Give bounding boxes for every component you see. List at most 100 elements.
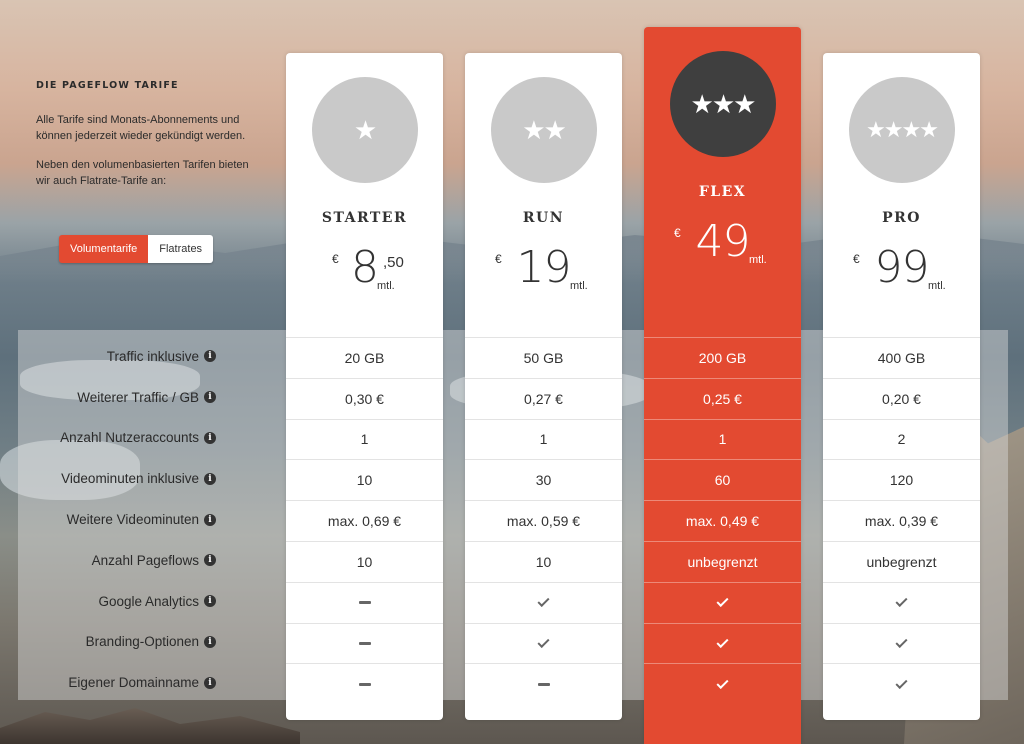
not-included-icon [358,641,371,645]
feature-value-cell: 0,25 € [644,377,801,419]
not-included-icon [358,682,371,686]
feature-value: max. 0,49 € [685,513,760,530]
feature-value-cell: max. 0,59 € [465,500,622,541]
price-amount: 99 [874,242,930,293]
feature-value-cell: max. 0,39 € [823,500,980,541]
plan-card-pro[interactable]: ★★★★ PRO €99 mtl. 400 GB 0,20 € 2 120 max. 0,39 … [823,53,980,720]
feature-value-cell: 1 [644,418,801,460]
feature-value-cell: 0,30 € [286,377,443,419]
plan-card-starter[interactable]: ★ STARTER €8,50 mtl. 20 GB 0,30 € 1 10 max. 0,69… [286,53,443,720]
feature-value: max. 0,69 € [327,513,402,530]
feature-value: unbegrenzt [687,553,758,570]
plan-feature-values: 200 GB 0,25 € 1 60 max. 0,49 € unbegrenzt [644,337,801,704]
feature-value-cell: 120 [823,459,980,500]
price-amount: 19 [516,242,572,293]
info-icon[interactable]: i [204,554,216,567]
plan-card-run[interactable]: ★★ RUN €19 mtl. 50 GB 0,27 € 1 30 max. 0,59 € 10 [465,53,622,720]
feature-labels: Traffic inklusive i Weiterer Traffic / GB i… [18,336,218,703]
checkmark-icon [716,635,729,648]
feature-value: 200 GB [698,349,747,366]
feature-value-cell: 0,20 € [823,377,980,419]
feature-value-cell [286,622,443,664]
feature-label: Anzahl Pageflows [91,552,199,568]
feature-value-cell [644,663,801,704]
toggle-flatrates[interactable]: Flatrates [148,235,214,263]
feature-label-row: Branding-Optionen i [18,622,218,663]
feature-value: unbegrenzt [866,553,937,570]
info-icon[interactable]: i [204,350,216,363]
info-icon[interactable]: i [204,676,216,689]
feature-value: 50 GB [523,349,564,366]
feature-label: Videominuten inklusive [61,471,199,487]
feature-value-cell: unbegrenzt [644,540,801,582]
star-rating-icon: ★ [311,77,418,183]
intro-title: DIE PAGEFLOW TARIFE [36,80,179,91]
price-currency: € [332,252,339,266]
feature-value: max. 0,59 € [506,513,581,530]
feature-value-cell [286,581,443,623]
plan-price: €8,50 mtl. [286,240,443,300]
feature-value: 30 [535,472,552,489]
feature-value-cell: 2 [823,418,980,460]
feature-value-cell [644,622,801,664]
checkmark-icon [716,676,729,689]
not-included-icon [358,601,371,605]
feature-value: 1 [718,431,727,448]
info-icon[interactable]: i [204,391,216,404]
feature-value-cell: 50 GB [465,337,622,378]
feature-value-cell: 60 [644,459,801,500]
feature-value-cell: 400 GB [823,337,980,378]
toggle-volumentarife[interactable]: Volumentarife [59,235,149,263]
info-icon[interactable]: i [204,431,216,444]
background-rock [0,708,300,744]
feature-value-cell: max. 0,69 € [286,500,443,541]
feature-label-row: Anzahl Nutzeraccounts i [18,418,218,459]
checkmark-icon [537,635,550,648]
plan-card-flex[interactable]: ★★★ FLEX €49 mtl. 200 GB 0,25 € 1 60 max. 0,49 €… [644,27,801,744]
checkmark-icon [537,595,550,608]
checkmark-icon [895,595,908,608]
feature-value-cell: 30 [465,459,622,500]
feature-label-row: Weiterer Traffic / GB i [18,377,218,418]
feature-value-cell: max. 0,49 € [644,500,801,541]
feature-value: 2 [897,431,906,448]
info-icon[interactable]: i [204,635,216,648]
price-amount: 8 [351,242,379,293]
feature-value-cell [823,581,980,623]
price-currency: € [495,252,502,266]
plan-name: PRO [882,210,921,226]
info-icon[interactable]: i [204,472,216,485]
feature-label: Eigener Domainname [68,675,199,691]
feature-value-cell: 200 GB [644,337,801,378]
feature-value-cell [465,663,622,704]
feature-label-row: Anzahl Pageflows i [18,540,218,581]
feature-value-cell [465,622,622,664]
feature-value: 20 GB [344,349,385,366]
feature-value: 400 GB [877,349,926,366]
checkmark-icon [895,635,908,648]
price-unit: mtl. [749,254,767,266]
feature-value: 10 [535,553,552,570]
feature-label: Google Analytics [98,593,199,609]
feature-label-row: Weitere Videominuten i [18,499,218,540]
checkmark-icon [895,676,908,689]
intro-text-flatrates: Neben den volumenbasierten Tarifen biete… [36,159,249,187]
intro-panel: DIE PAGEFLOW TARIFE Alle Tarife sind Mon… [36,80,256,203]
info-icon[interactable]: i [204,513,216,526]
intro-text-subscriptions: Alle Tarife sind Monats-Abonnements und … [36,114,246,142]
feature-value-cell: 1 [286,418,443,460]
plan-price: €19 mtl. [465,240,622,300]
price-amount: 49 [695,216,751,267]
plan-feature-values: 20 GB 0,30 € 1 10 max. 0,69 € 10 [286,337,443,704]
feature-value: 0,27 € [524,390,563,407]
feature-label: Branding-Optionen [85,634,199,650]
feature-value: 0,30 € [345,390,384,407]
plan-feature-values: 400 GB 0,20 € 2 120 max. 0,39 € unbegrenzt [823,337,980,704]
feature-value: 0,20 € [882,390,921,407]
feature-value-cell: 20 GB [286,337,443,378]
info-icon[interactable]: i [204,595,216,608]
feature-label-row: Eigener Domainname i [18,662,218,703]
price-unit: mtl. [928,280,946,292]
feature-value-cell [286,663,443,704]
star-rating-icon: ★★ [490,77,597,183]
